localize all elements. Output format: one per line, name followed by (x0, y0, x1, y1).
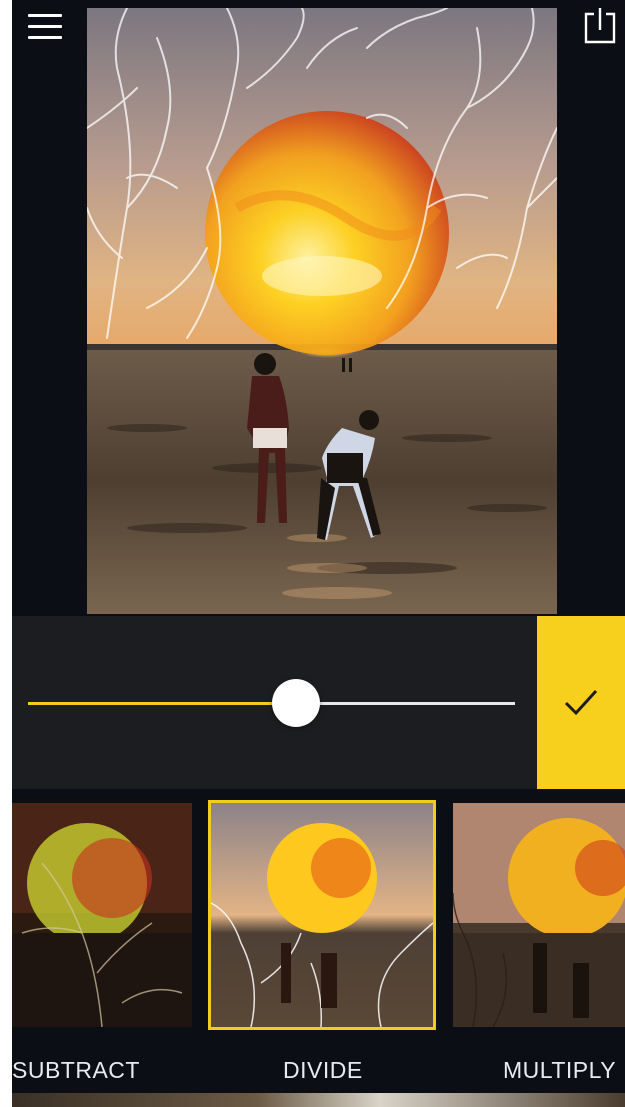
apply-button[interactable] (537, 616, 625, 789)
photo-image (87, 8, 557, 614)
share-export-icon (584, 8, 616, 44)
main-photo-canvas[interactable] (87, 8, 557, 614)
blend-thumbnail-subtract[interactable] (12, 803, 192, 1027)
opacity-slider-knob[interactable] (271, 679, 320, 727)
blend-label-subtract: SUBTRACT (12, 1057, 140, 1083)
checkmark-icon (564, 689, 598, 716)
opacity-slider-fill (28, 702, 296, 705)
opacity-slider-rest (295, 702, 515, 705)
blend-thumbnail-multiply[interactable] (453, 803, 625, 1027)
menu-button[interactable] (28, 12, 62, 42)
blend-label-divide: DIVIDE (283, 1057, 363, 1083)
next-row-preview (12, 1093, 625, 1107)
blend-mode-strip: SUBTRACT DIVIDE MULTIPLY (12, 789, 625, 1107)
hamburger-menu-icon (28, 14, 62, 17)
opacity-slider-panel (12, 616, 537, 789)
share-button[interactable] (582, 6, 618, 46)
blend-label-multiply: MULTIPLY (503, 1057, 617, 1083)
app-window: SUBTRACT DIVIDE MULTIPLY (12, 0, 625, 1107)
blend-thumbnail-divide[interactable] (208, 800, 436, 1030)
